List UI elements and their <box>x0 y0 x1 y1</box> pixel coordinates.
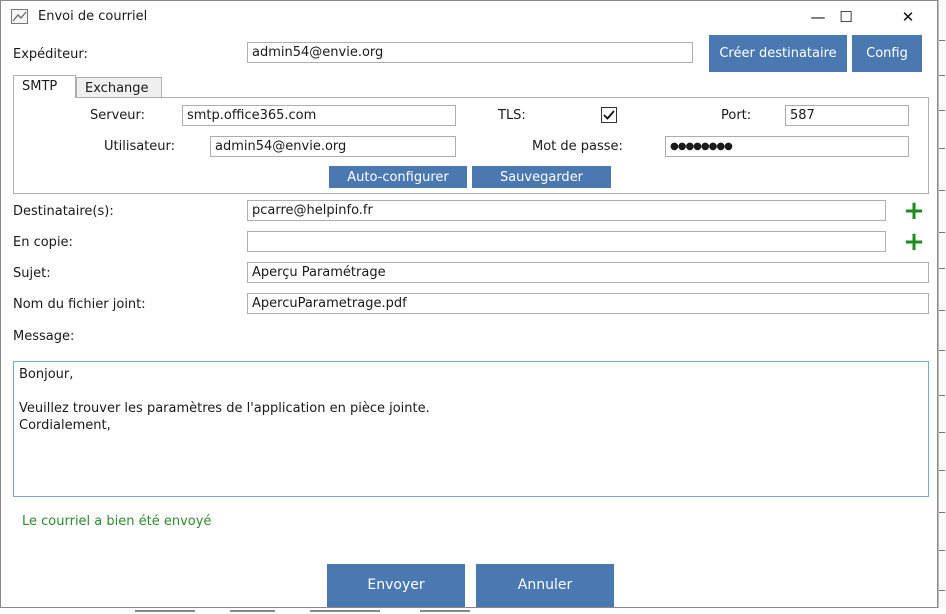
tab-smtp[interactable]: SMTP <box>13 75 76 98</box>
config-button[interactable]: Config <box>852 35 922 72</box>
user-label: Utilisateur: <box>104 139 176 154</box>
user-field[interactable]: admin54@envie.org <box>210 136 456 157</box>
cc-field[interactable] <box>247 231 886 252</box>
attachment-label: Nom du fichier joint: <box>13 297 146 312</box>
mail-window-icon <box>11 9 28 24</box>
sender-field[interactable]: admin54@envie.org <box>247 42 693 63</box>
background-window-edge <box>938 0 946 614</box>
subject-label: Sujet: <box>13 266 51 281</box>
create-recipient-button[interactable]: Créer destinataire <box>709 35 847 72</box>
cc-label: En copie: <box>13 235 73 250</box>
server-label: Serveur: <box>90 108 146 123</box>
message-textarea[interactable]: Bonjour, Veuillez trouver les paramètres… <box>13 361 929 497</box>
message-label: Message: <box>13 329 75 344</box>
add-recipient-plus-icon[interactable]: + <box>903 198 925 224</box>
auto-configure-button[interactable]: Auto-configurer <box>329 166 467 188</box>
subject-field[interactable]: Aperçu Paramétrage <box>247 262 929 283</box>
title-bar: Envoi de courriel — ☐ ✕ <box>1 1 937 33</box>
password-field[interactable]: ●●●●●●●● <box>665 136 909 157</box>
recipients-label: Destinataire(s): <box>13 204 114 219</box>
check-icon <box>603 110 615 120</box>
port-label: Port: <box>721 108 752 123</box>
recipients-field[interactable]: pcarre@helpinfo.fr <box>247 200 886 221</box>
maximize-button[interactable]: ☐ <box>823 1 869 33</box>
close-button[interactable]: ✕ <box>885 1 931 33</box>
sender-label: Expéditeur: <box>13 47 88 62</box>
tls-checkbox[interactable] <box>601 107 617 123</box>
save-button[interactable]: Sauvegarder <box>472 166 611 188</box>
cancel-button[interactable]: Annuler <box>476 564 614 607</box>
tab-exchange[interactable]: Exchange <box>76 77 162 98</box>
port-field[interactable]: 587 <box>785 105 909 126</box>
window-title: Envoi de courriel <box>38 9 148 24</box>
background-window-edge-bottom <box>0 608 946 614</box>
add-cc-plus-icon[interactable]: + <box>903 229 925 255</box>
status-message: Le courriel a bien été envoyé <box>22 514 212 529</box>
server-field[interactable]: smtp.office365.com <box>182 105 456 126</box>
email-dialog: Envoi de courriel — ☐ ✕ Expéditeur: admi… <box>0 0 938 608</box>
password-label: Mot de passe: <box>532 139 623 154</box>
attachment-field[interactable]: ApercuParametrage.pdf <box>247 293 929 314</box>
send-button[interactable]: Envoyer <box>327 564 465 607</box>
tls-label: TLS: <box>498 108 526 123</box>
